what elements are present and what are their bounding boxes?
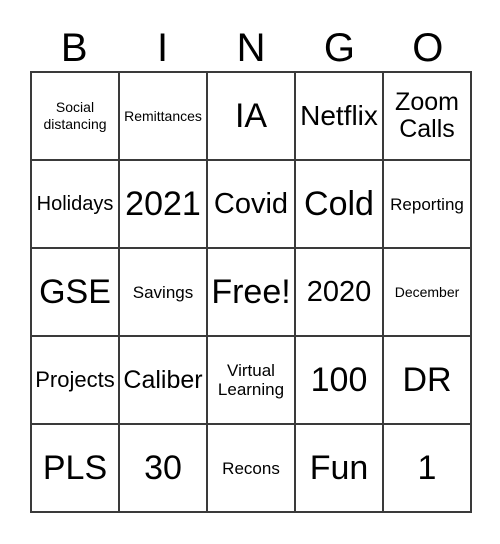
bingo-cell-label: Covid xyxy=(213,187,289,220)
bingo-cell-o1[interactable]: Zoom Calls xyxy=(384,73,472,161)
bingo-cell-label: Holidays xyxy=(36,193,114,215)
bingo-cell-n1[interactable]: IA xyxy=(208,73,296,161)
bingo-cell-label: Remittances xyxy=(124,108,202,124)
bingo-header-row: B I N G O xyxy=(30,18,472,70)
header-letter-o: O xyxy=(412,26,444,70)
header-letter-g: G xyxy=(323,26,355,70)
header-letter-b: B xyxy=(60,26,88,70)
bingo-cell-o5[interactable]: 1 xyxy=(384,425,472,513)
bingo-cell-g2[interactable]: Cold xyxy=(296,161,384,249)
bingo-card: B I N G O Social distancing Remittances … xyxy=(0,0,500,544)
bingo-cell-o4[interactable]: DR xyxy=(384,337,472,425)
bingo-cell-b1[interactable]: Social distancing xyxy=(32,73,120,161)
bingo-cell-b3[interactable]: GSE xyxy=(32,249,120,337)
bingo-cell-label: Social distancing xyxy=(43,99,107,132)
bingo-cell-label: 100 xyxy=(310,361,368,399)
bingo-cell-label: 1 xyxy=(417,449,437,487)
bingo-cell-label: December xyxy=(394,283,460,300)
bingo-cell-label: Fun xyxy=(309,449,369,487)
bingo-cell-label: Reporting xyxy=(390,194,464,214)
bingo-cell-n2[interactable]: Covid xyxy=(208,161,296,249)
bingo-cell-o2[interactable]: Reporting xyxy=(384,161,472,249)
bingo-cell-b2[interactable]: Holidays xyxy=(32,161,120,249)
bingo-cell-label: Free! xyxy=(211,273,291,311)
header-letter-i: I xyxy=(157,26,169,70)
bingo-cell-o3[interactable]: December xyxy=(384,249,472,337)
bingo-cell-label: Caliber xyxy=(123,365,203,394)
bingo-cell-label: Projects xyxy=(35,367,115,392)
bingo-cell-label: 2021 xyxy=(125,185,201,223)
bingo-cell-n4[interactable]: Virtual Learning xyxy=(208,337,296,425)
bingo-cell-n5[interactable]: Recons xyxy=(208,425,296,513)
bingo-cell-label: Zoom Calls xyxy=(395,88,459,143)
bingo-cell-n3-free[interactable]: Free! xyxy=(208,249,296,337)
bingo-grid: Social distancing Remittances IA Netflix… xyxy=(30,71,472,513)
bingo-cell-i1[interactable]: Remittances xyxy=(120,73,208,161)
bingo-cell-g5[interactable]: Fun xyxy=(296,425,384,513)
bingo-cell-label: Virtual Learning xyxy=(217,361,285,399)
bingo-cell-label: Recons xyxy=(222,458,280,478)
bingo-cell-b4[interactable]: Projects xyxy=(32,337,120,425)
bingo-cell-i3[interactable]: Savings xyxy=(120,249,208,337)
bingo-cell-label: 2020 xyxy=(306,275,372,308)
bingo-cell-i4[interactable]: Caliber xyxy=(120,337,208,425)
bingo-cell-label: Savings xyxy=(132,282,194,302)
bingo-cell-label: 30 xyxy=(144,449,182,487)
bingo-cell-i5[interactable]: 30 xyxy=(120,425,208,513)
bingo-cell-label: DR xyxy=(402,361,452,399)
header-letter-n: N xyxy=(236,26,266,70)
bingo-cell-label: IA xyxy=(234,97,268,135)
bingo-cell-label: Cold xyxy=(304,185,374,223)
bingo-cell-i2[interactable]: 2021 xyxy=(120,161,208,249)
bingo-cell-g3[interactable]: 2020 xyxy=(296,249,384,337)
bingo-cell-g1[interactable]: Netflix xyxy=(296,73,384,161)
bingo-cell-label: GSE xyxy=(39,273,111,311)
bingo-cell-g4[interactable]: 100 xyxy=(296,337,384,425)
bingo-cell-b5[interactable]: PLS xyxy=(32,425,120,513)
bingo-cell-label: PLS xyxy=(42,449,108,487)
bingo-cell-label: Netflix xyxy=(300,100,378,131)
